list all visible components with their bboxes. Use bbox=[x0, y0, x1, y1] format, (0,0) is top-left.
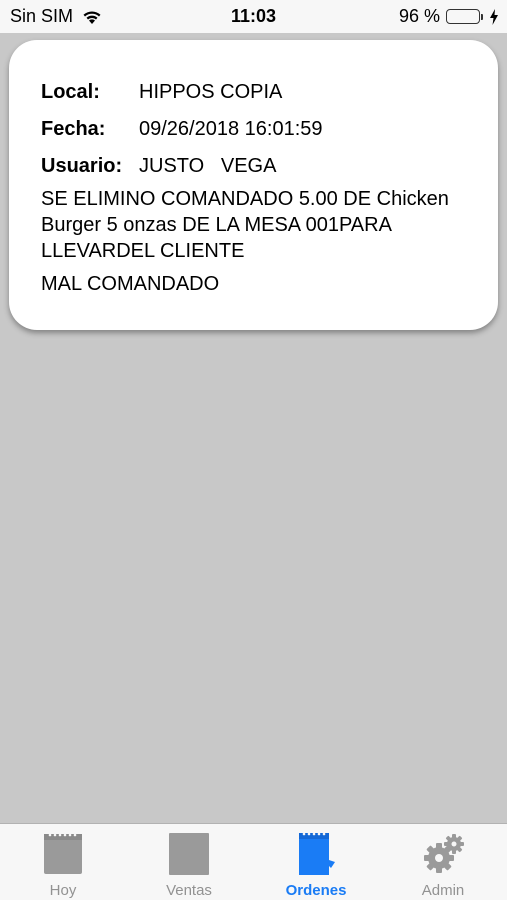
ventas-icon bbox=[169, 833, 209, 875]
status-bar: Sin SIM 11:03 96 % bbox=[0, 0, 507, 33]
tab-hoy-label: Hoy bbox=[49, 882, 77, 899]
tab-hoy[interactable]: Hoy bbox=[0, 824, 126, 900]
record-reason: MAL COMANDADO bbox=[41, 273, 220, 295]
usuario-row: Usuario: JUSTO VEGA bbox=[41, 155, 276, 178]
battery-percent: 96 % bbox=[398, 6, 440, 26]
fecha-value: 09/26/2018 16:01:59 bbox=[139, 118, 323, 140]
usuario-label: Usuario: bbox=[41, 155, 123, 177]
tab-ventas[interactable]: Ventas bbox=[126, 824, 252, 900]
record-card[interactable]: Local: HIPPOS COPIA Fecha: 09/26/2018 16… bbox=[9, 40, 498, 330]
status-right: 96 % bbox=[399, 6, 499, 27]
hoy-icon bbox=[44, 833, 82, 874]
ordenes-icon bbox=[299, 832, 335, 875]
tab-ordenes-label: Ordenes bbox=[285, 882, 347, 899]
tab-ordenes[interactable]: Ordenes bbox=[253, 824, 379, 900]
local-label: Local: bbox=[41, 81, 100, 103]
fecha-row: Fecha: 09/26/2018 16:01:59 bbox=[41, 118, 323, 141]
record-message: SE ELIMINO COMANDADO 5.00 DE Chicken Bur… bbox=[41, 188, 449, 262]
usuario-value: JUSTO VEGA bbox=[139, 155, 277, 177]
fecha-label: Fecha: bbox=[41, 118, 106, 140]
tab-admin-label: Admin bbox=[421, 882, 465, 899]
tab-admin[interactable]: Admin bbox=[380, 824, 506, 900]
gear-icon bbox=[424, 834, 464, 873]
tab-ventas-label: Ventas bbox=[166, 882, 212, 899]
battery-icon bbox=[446, 9, 483, 24]
local-value: HIPPOS COPIA bbox=[139, 81, 283, 103]
charging-bolt-icon bbox=[490, 8, 498, 25]
tab-bar: Hoy Ventas Ordenes Admin bbox=[0, 823, 507, 900]
local-row: Local: HIPPOS COPIA bbox=[41, 81, 282, 104]
main-content[interactable]: Local: HIPPOS COPIA Fecha: 09/26/2018 16… bbox=[0, 33, 507, 823]
